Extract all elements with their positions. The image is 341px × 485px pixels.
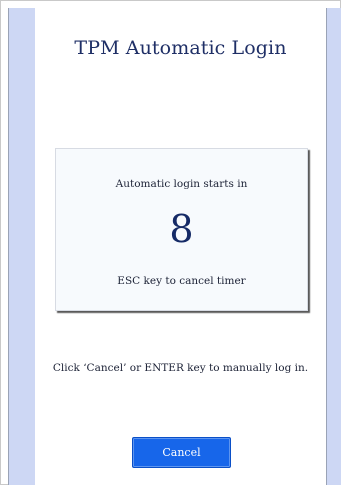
cancel-button[interactable]: Cancel (132, 437, 231, 468)
cancel-timer-hint: ESC key to cancel timer (117, 275, 246, 287)
page-title: TPM Automatic Login (74, 37, 287, 59)
right-side-rail (326, 8, 341, 485)
countdown-seconds: 8 (169, 207, 194, 251)
left-side-rail (8, 8, 36, 485)
manual-login-hint: Click ‘Cancel’ or ENTER key to manually … (52, 362, 309, 374)
countdown-box: Automatic login starts in 8 ESC key to c… (55, 148, 308, 311)
countdown-label: Automatic login starts in (115, 178, 248, 190)
